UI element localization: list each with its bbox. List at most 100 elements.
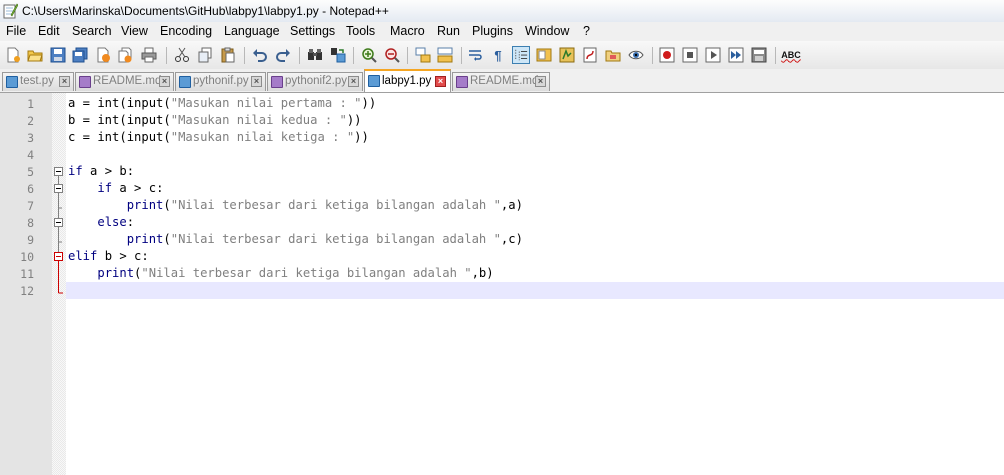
menu-tools[interactable]: Tools <box>346 24 375 38</box>
code-text: : <box>126 215 135 229</box>
code-keyword: if <box>68 164 83 178</box>
code-line[interactable]: print("Nilai terbesar dari ketiga bilang… <box>68 232 523 246</box>
tab-labpy1-py[interactable]: labpy1.py × <box>364 69 451 92</box>
function-list-icon[interactable] <box>558 46 576 64</box>
menu-plugins[interactable]: Plugins <box>472 24 513 38</box>
save-all-icon[interactable] <box>71 46 89 64</box>
tab-close-icon[interactable]: × <box>159 76 170 87</box>
menu-run[interactable]: Run <box>437 24 460 38</box>
menu-language[interactable]: Language <box>224 24 280 38</box>
menu-help[interactable]: ? <box>583 24 590 38</box>
menu-macro[interactable]: Macro <box>390 24 425 38</box>
record-macro-icon[interactable] <box>658 46 676 64</box>
code-line[interactable]: a = int(input("Masukan nilai pertama : "… <box>68 96 376 110</box>
code-text: ( <box>163 232 171 246</box>
code-text: ,a) <box>500 198 523 212</box>
cut-icon[interactable] <box>173 46 191 64</box>
line-number-gutter: 1 2 3 4 5 6 7 8 9 10 11 12 <box>0 93 52 475</box>
folder-workspace-icon[interactable] <box>581 46 599 64</box>
sync-vertical-icon[interactable] <box>414 46 432 64</box>
code-text: )) <box>346 113 362 127</box>
show-all-chars-icon[interactable]: ¶ <box>489 46 507 64</box>
disk-blue-icon <box>6 76 18 88</box>
disk-blue-icon <box>368 75 380 87</box>
replace-icon[interactable] <box>329 46 347 64</box>
menu-settings[interactable]: Settings <box>290 24 335 38</box>
zoom-out-icon[interactable] <box>383 46 401 64</box>
disk-purple-icon <box>456 76 468 88</box>
save-icon[interactable] <box>49 46 67 64</box>
copy-icon[interactable] <box>196 46 214 64</box>
code-string: "Masukan nilai pertama : " <box>170 96 362 110</box>
disk-purple-icon <box>271 76 283 88</box>
line-number: 10 <box>20 250 34 264</box>
menu-view[interactable]: View <box>121 24 148 38</box>
save-macro-icon[interactable] <box>750 46 768 64</box>
tab-test-py[interactable]: test.py × <box>2 72 74 91</box>
toolbar-separator <box>299 47 300 64</box>
menu-bar: File Edit Search View Encoding Language … <box>0 22 1004 41</box>
tab-close-icon[interactable]: × <box>59 76 70 87</box>
code-line[interactable]: if a > b: <box>68 164 134 178</box>
menu-search[interactable]: Search <box>72 24 112 38</box>
eye-icon[interactable] <box>627 46 645 64</box>
play-macro-icon[interactable] <box>704 46 722 64</box>
code-line[interactable]: b = int(input("Masukan nilai kedua : ")) <box>68 113 362 127</box>
toolbar: ¶ ABC <box>0 41 1004 70</box>
indent-guide-icon[interactable] <box>512 46 530 64</box>
line-number: 9 <box>27 233 34 247</box>
run-macro-multiple-icon[interactable] <box>727 46 745 64</box>
doc-map-icon[interactable] <box>535 46 553 64</box>
undo-icon[interactable] <box>251 46 269 64</box>
tab-readme-md[interactable]: README.md × <box>75 72 174 91</box>
title-bar[interactable]: C:\Users\Marinska\Documents\GitHub\labpy… <box>0 0 1004 22</box>
line-number: 5 <box>27 165 34 179</box>
spellcheck-icon[interactable]: ABC <box>781 46 801 64</box>
paste-icon[interactable] <box>219 46 237 64</box>
code-text: )) <box>361 96 377 110</box>
monitoring-icon[interactable] <box>604 46 622 64</box>
tab-close-icon[interactable]: × <box>535 76 546 87</box>
tab-pythonif2-py[interactable]: pythonif2.py × <box>267 72 363 91</box>
menu-encoding[interactable]: Encoding <box>160 24 212 38</box>
close-icon[interactable] <box>94 46 112 64</box>
tab-label: test.py <box>20 75 54 87</box>
find-icon[interactable] <box>306 46 324 64</box>
line-number: 4 <box>27 148 34 162</box>
redo-icon[interactable] <box>274 46 292 64</box>
code-line[interactable]: if a > c: <box>68 181 163 195</box>
open-file-icon[interactable] <box>26 46 44 64</box>
code-text: ,c) <box>500 232 523 246</box>
code-keyword: if <box>97 181 113 195</box>
print-icon[interactable] <box>140 46 158 64</box>
line-number: 6 <box>27 182 34 196</box>
tab-close-icon[interactable]: × <box>251 76 262 87</box>
close-all-icon[interactable] <box>116 46 134 64</box>
tab-close-icon[interactable]: × <box>348 76 359 87</box>
tab-label: README.md <box>93 75 162 87</box>
menu-edit[interactable]: Edit <box>38 24 60 38</box>
code-line[interactable]: else: <box>68 215 134 229</box>
code-text: c = int(input( <box>68 130 171 144</box>
new-file-icon[interactable] <box>4 46 22 64</box>
word-wrap-icon[interactable] <box>467 46 485 64</box>
code-line[interactable]: print("Nilai terbesar dari ketiga bilang… <box>68 198 523 212</box>
tab-readme-md[interactable]: README.md × <box>452 72 550 91</box>
code-line[interactable]: c = int(input("Masukan nilai ketiga : ")… <box>68 130 369 144</box>
tab-bar: test.py × README.md × pythonif.py × pyth… <box>0 69 1004 93</box>
code-keyword: print <box>97 266 135 280</box>
code-editor[interactable]: 1 2 3 4 5 6 7 8 9 10 11 12 a = int(input… <box>0 93 1004 475</box>
line-number: 7 <box>27 199 34 213</box>
tab-close-icon[interactable]: × <box>435 76 446 87</box>
code-line[interactable]: print("Nilai terbesar dari ketiga bilang… <box>68 266 493 280</box>
stop-record-icon[interactable] <box>681 46 699 64</box>
code-line[interactable]: elif b > c: <box>68 249 149 263</box>
menu-window[interactable]: Window <box>525 24 569 38</box>
menu-file[interactable]: File <box>6 24 26 38</box>
zoom-in-icon[interactable] <box>360 46 378 64</box>
tab-pythonif-py[interactable]: pythonif.py × <box>175 72 266 91</box>
disk-blue-icon <box>179 76 191 88</box>
code-string: "Masukan nilai ketiga : " <box>170 130 355 144</box>
sync-horizontal-icon[interactable] <box>436 46 454 64</box>
